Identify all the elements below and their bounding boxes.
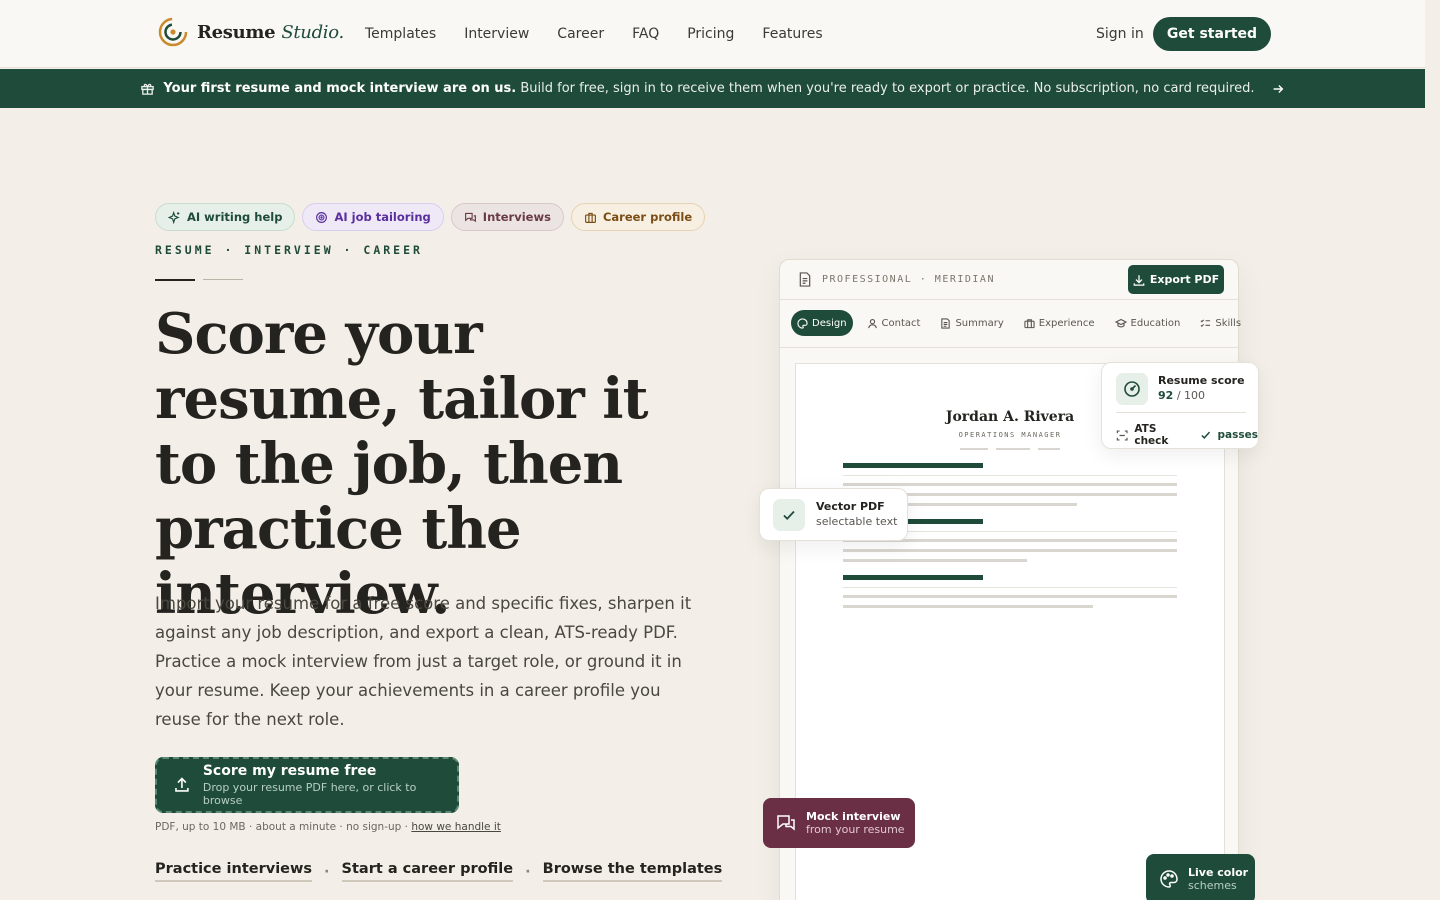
- person-icon: [867, 318, 877, 328]
- nav-link-faq[interactable]: FAQ: [632, 26, 659, 42]
- chat-bubbles-icon: [464, 212, 476, 222]
- text-line-placeholder: [843, 595, 1177, 598]
- vector-pdf-subtitle: selectable text: [816, 515, 898, 528]
- hero-title: Score your resume, tailor it to the job,…: [155, 301, 648, 627]
- ats-check-row: ATS check passes: [1116, 423, 1258, 447]
- score-resume-upload-button[interactable]: Score my resume free Drop your resume PD…: [155, 757, 459, 813]
- sign-in-link[interactable]: Sign in: [1096, 26, 1144, 42]
- progress-dash-active: [155, 279, 195, 281]
- live-color-title: Live color: [1188, 866, 1249, 879]
- logo-spiral-icon: [158, 17, 188, 47]
- tab-education[interactable]: Education: [1109, 310, 1187, 336]
- gauge-icon: [1124, 381, 1140, 397]
- chip-ai-writing[interactable]: AI writing help: [155, 203, 296, 231]
- target-icon: [316, 211, 328, 223]
- template-name: PROFESSIONAL · MERIDIAN: [822, 274, 995, 285]
- practice-interviews-link[interactable]: Practice interviews: [155, 861, 313, 882]
- primary-nav: Templates Interview Career FAQ Pricing F…: [365, 26, 823, 42]
- upload-subtitle: Drop your resume PDF here, or click to b…: [202, 781, 417, 807]
- graduation-cap-icon: [1114, 318, 1127, 327]
- gift-icon: [141, 83, 155, 95]
- arrow-right-icon: [1273, 84, 1283, 93]
- palette-icon: [797, 317, 808, 329]
- section-rule: [843, 475, 1177, 476]
- upload-fineprint: PDF, up to 10 MB · about a minute · no s…: [155, 821, 501, 833]
- document-icon: [799, 272, 811, 287]
- gauge-icon-box: [1116, 373, 1148, 405]
- briefcase-icon: [585, 212, 596, 223]
- hero-lead: Import your resume for a free score and …: [155, 594, 692, 729]
- tabs-divider: [780, 347, 1238, 348]
- resume-score-card: Resume score 92 / 100 ATS check passes: [1101, 362, 1259, 449]
- check-icon-box: [773, 499, 805, 531]
- vector-pdf-title: Vector PDF: [816, 500, 885, 513]
- chat-bubbles-icon: [777, 815, 795, 831]
- nav-link-pricing[interactable]: Pricing: [687, 26, 734, 42]
- scan-icon: [1116, 430, 1128, 440]
- upload-icon: [175, 777, 189, 792]
- top-navigation: Resume Studio. Templates Interview Caree…: [0, 0, 1425, 68]
- editor-tabs: Design Contact Summary Experience Educat…: [791, 310, 1247, 336]
- text-line-placeholder: [843, 559, 1027, 562]
- chip-career-profile[interactable]: Career profile: [570, 203, 706, 231]
- nav-link-features[interactable]: Features: [762, 26, 822, 42]
- privacy-link[interactable]: how we handle it: [411, 821, 501, 833]
- career-profile-link[interactable]: Start a career profile: [341, 861, 514, 882]
- live-color-schemes-badge[interactable]: Live color schemes: [1146, 854, 1255, 900]
- checkmark-icon: [1201, 431, 1211, 439]
- vector-pdf-card: Vector PDF selectable text: [759, 488, 908, 541]
- score-title: Resume score: [1158, 374, 1245, 387]
- chip-interviews[interactable]: Interviews: [450, 203, 564, 231]
- tab-experience[interactable]: Experience: [1018, 310, 1101, 336]
- live-color-subtitle: schemes: [1188, 879, 1237, 892]
- tab-contact[interactable]: Contact: [861, 310, 927, 336]
- nav-link-interview[interactable]: Interview: [464, 26, 529, 42]
- contact-placeholder: [960, 448, 988, 450]
- export-pdf-button[interactable]: Export PDF: [1128, 265, 1224, 294]
- tab-skills[interactable]: Skills: [1194, 310, 1247, 336]
- brand-name: Resume Studio.: [197, 21, 344, 43]
- contact-placeholder: [996, 448, 1030, 450]
- checklist-icon: [1200, 318, 1211, 327]
- score-divider: [1116, 412, 1246, 413]
- contact-placeholder: [1038, 448, 1060, 450]
- tab-design[interactable]: Design: [791, 310, 853, 336]
- feature-chips: AI writing help AI job tailoring Intervi…: [155, 203, 706, 231]
- mock-interview-subtitle: from your resume: [806, 823, 905, 836]
- section-rule: [843, 587, 1177, 588]
- promo-banner[interactable]: Your first resume and mock interview are…: [0, 69, 1425, 108]
- score-value-row: 92 / 100: [1158, 389, 1206, 402]
- text-line-placeholder: [843, 483, 1177, 486]
- mock-interview-title: Mock interview: [806, 810, 901, 823]
- briefcase-icon: [1024, 318, 1035, 328]
- get-started-button[interactable]: Get started: [1153, 17, 1271, 51]
- chip-ai-tailoring[interactable]: AI job tailoring: [302, 203, 444, 231]
- upload-title: Score my resume free: [202, 763, 377, 779]
- nav-link-templates[interactable]: Templates: [365, 26, 436, 42]
- hero-eyebrow: RESUME · INTERVIEW · CAREER: [155, 243, 423, 257]
- section-heading-bar: [843, 575, 983, 580]
- section-heading-bar: [843, 463, 983, 468]
- document-lines-icon: [941, 317, 951, 329]
- link-separator: ·: [324, 863, 330, 880]
- brand-logo[interactable]: Resume Studio.: [157, 16, 344, 48]
- progress-dash-inactive: [203, 279, 243, 280]
- download-icon: [1133, 274, 1145, 286]
- palette-icon: [1160, 870, 1178, 888]
- sparkle-icon: [168, 210, 180, 224]
- nav-link-career[interactable]: Career: [557, 26, 604, 42]
- secondary-links: Practice interviews · Start a career pro…: [155, 861, 723, 882]
- mock-interview-badge[interactable]: Mock interview from your resume: [763, 798, 915, 848]
- link-separator: ·: [525, 863, 531, 880]
- browse-templates-link[interactable]: Browse the templates: [542, 861, 723, 882]
- text-line-placeholder: [843, 549, 1177, 552]
- preview-header: PROFESSIONAL · MERIDIAN Export PDF: [780, 260, 1238, 300]
- tab-summary[interactable]: Summary: [934, 310, 1009, 336]
- checkmark-icon: [783, 510, 795, 520]
- text-line-placeholder: [843, 605, 1093, 608]
- banner-text: Your first resume and mock interview are…: [163, 81, 1255, 96]
